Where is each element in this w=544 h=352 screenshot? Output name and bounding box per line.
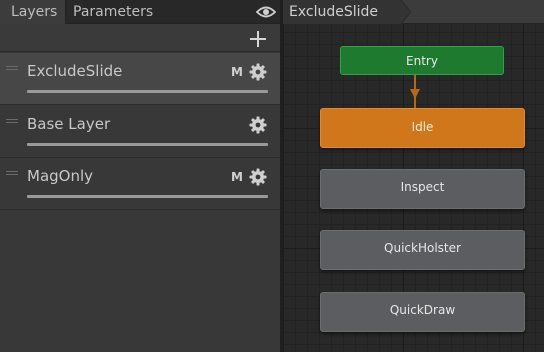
state-node-idle[interactable]: Idle [320,108,525,148]
state-node-quickholster[interactable]: QuickHolster [320,230,525,270]
transition-arrow[interactable] [409,75,421,109]
tab-parameters[interactable]: Parameters [67,0,165,24]
tab-layers[interactable]: Layers [0,0,66,24]
gear-icon[interactable] [249,168,267,186]
state-node-quickdraw[interactable]: QuickDraw [320,292,525,332]
layers-panel: Layers Parameters ExcludeSlide M Base La… [0,0,280,352]
state-label: QuickDraw [389,303,456,317]
layer-name: ExcludeSlide [27,62,123,80]
state-label: Idle [411,120,434,134]
layer-item-magonly[interactable]: MagOnly M [0,158,280,210]
layer-weight-bar[interactable] [27,90,268,93]
layer-item-base-layer[interactable]: Base Layer [0,106,280,158]
entry-label: Entry [406,54,438,68]
layer-name: Base Layer [27,115,111,133]
layer-weight-bar[interactable] [27,195,268,198]
state-machine-graph[interactable]: ExcludeSlide Entry Idle Inspect QuickHol… [283,0,544,352]
panel-tab-bar: Layers Parameters [0,0,280,24]
state-node-inspect[interactable]: Inspect [320,169,525,209]
drag-handle-icon[interactable] [6,171,18,175]
mask-badge: M [231,170,243,184]
eye-icon[interactable] [256,5,276,19]
breadcrumb-chevron-icon [400,0,411,24]
add-layer-row [0,24,280,52]
plus-icon[interactable] [249,30,267,48]
breadcrumb-bar: ExcludeSlide [283,0,544,24]
mask-badge: M [231,65,243,79]
gear-icon[interactable] [249,116,267,134]
layer-name: MagOnly [27,167,94,185]
layer-item-excludeslide[interactable]: ExcludeSlide M [0,53,280,105]
drag-handle-icon[interactable] [6,66,18,70]
breadcrumb-item[interactable]: ExcludeSlide [283,0,401,24]
gear-icon[interactable] [249,63,267,81]
state-label: Inspect [400,180,445,194]
layer-weight-bar[interactable] [27,143,268,146]
drag-handle-icon[interactable] [6,119,18,123]
state-label: QuickHolster [384,241,461,255]
entry-node[interactable]: Entry [340,46,504,75]
